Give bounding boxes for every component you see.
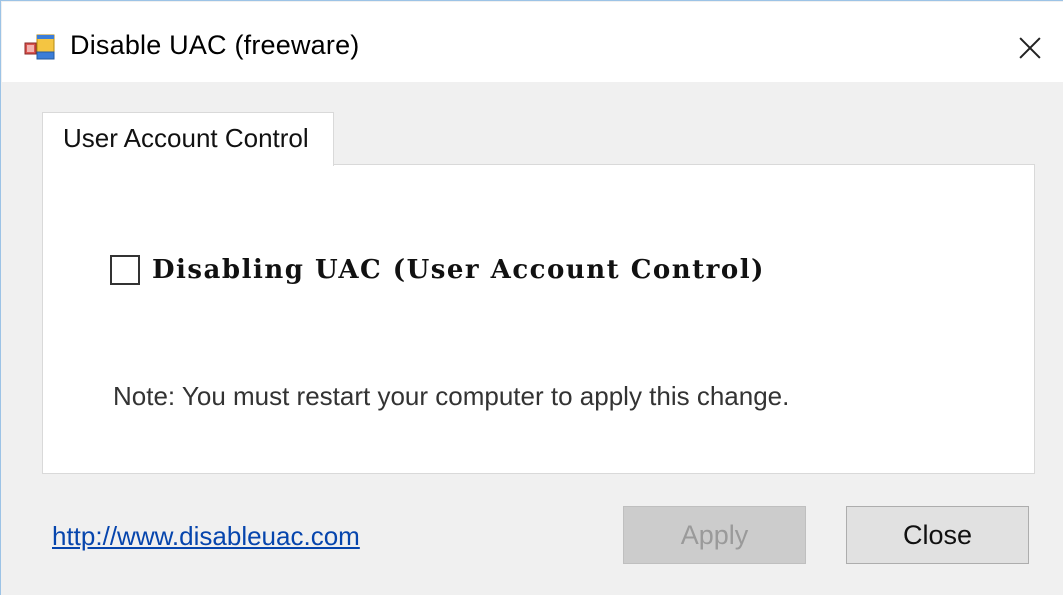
disable-uac-checkbox[interactable] (110, 255, 140, 285)
tab-label: User Account Control (63, 123, 309, 153)
window-title: Disable UAC (freeware) (70, 30, 360, 60)
tab-panel: Disabling UAC (User Account Control) Not… (42, 164, 1035, 474)
close-icon[interactable] (1006, 24, 1054, 70)
windows-app-icon (24, 34, 55, 60)
restart-note: Note: You must restart your computer to … (113, 381, 790, 411)
close-button[interactable]: Close (846, 506, 1029, 564)
website-link[interactable]: http://www.disableuac.com (52, 521, 360, 552)
apply-button[interactable]: Apply (623, 506, 806, 564)
disable-uac-checkbox-row[interactable]: Disabling UAC (User Account Control) (110, 253, 765, 287)
disable-uac-checkbox-label[interactable]: Disabling UAC (User Account Control) (152, 255, 765, 285)
dialog-window: Disable UAC (freeware) User Account Cont… (0, 0, 1063, 595)
tab-user-account-control[interactable]: User Account Control (42, 112, 334, 166)
title-bar[interactable]: Disable UAC (freeware) (2, 2, 1063, 82)
